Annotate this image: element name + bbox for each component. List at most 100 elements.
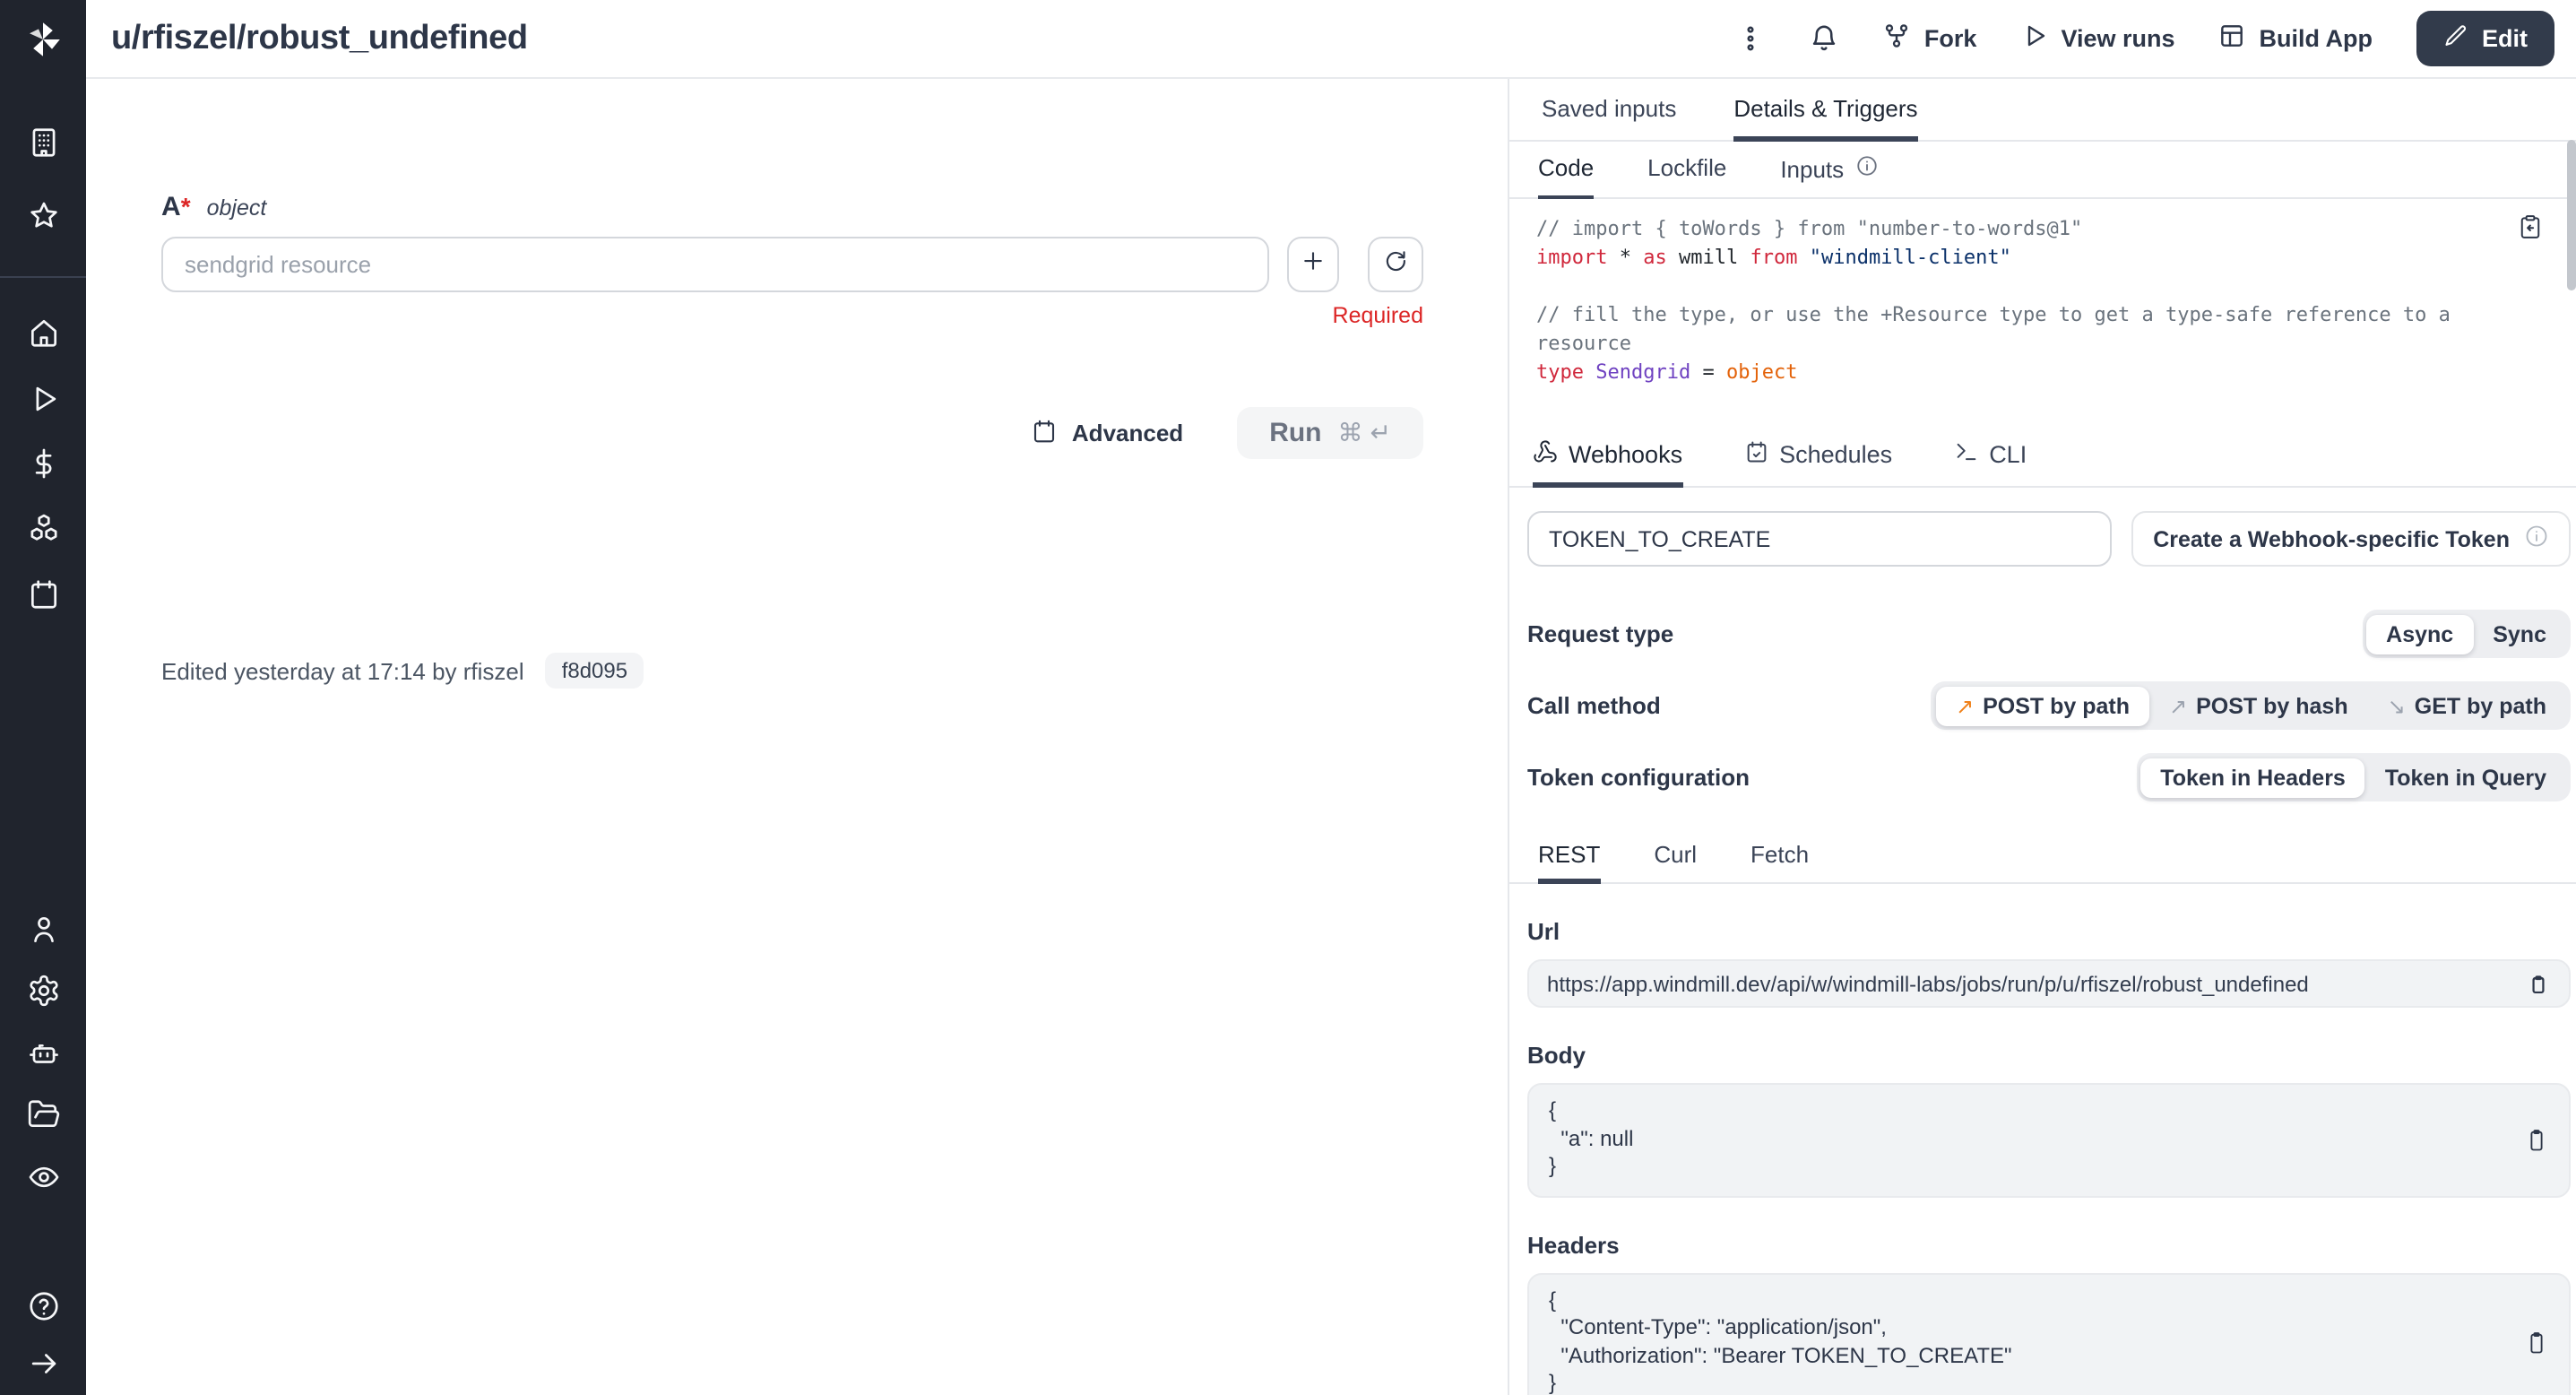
request-type-label: Request type	[1527, 620, 1673, 647]
plus-icon	[1300, 247, 1327, 282]
details-panel: Saved inputs Details & Triggers Code Loc…	[1508, 79, 2576, 1395]
token-config-label: Token configuration	[1527, 764, 1750, 791]
build-app-button[interactable]: Build App	[2218, 22, 2373, 56]
layout-icon	[2218, 22, 2247, 56]
kebab-menu-button[interactable]	[1736, 23, 1767, 54]
run-label: Run	[1269, 418, 1321, 448]
option-token-in-query[interactable]: Token in Query	[2365, 758, 2566, 797]
add-resource-button[interactable]	[1287, 237, 1339, 292]
view-runs-button[interactable]: View runs	[2019, 22, 2174, 56]
panel-tabbar: Saved inputs Details & Triggers	[1509, 79, 2576, 142]
copy-code-button[interactable]	[2517, 213, 2544, 249]
headers-line: "Authorization": "Bearer TOKEN_TO_CREATE…	[1549, 1342, 2508, 1370]
refresh-icon	[1382, 247, 1409, 282]
fork-button[interactable]: Fork	[1883, 22, 1977, 56]
detail-tabbar: Code Lockfile Inputs	[1509, 142, 2576, 199]
option-post-by-hash[interactable]: ↗POST by hash	[2149, 686, 2368, 725]
arrow-up-right-icon: ↗	[1956, 693, 1974, 718]
code-line: import * as wmill from "windmill-client"	[1536, 244, 2504, 273]
token-config-toggle: Token in Headers Token in Query	[2136, 753, 2571, 801]
body-label: Body	[1527, 1042, 2571, 1069]
eye-icon[interactable]	[26, 1160, 60, 1194]
user-icon[interactable]	[26, 913, 60, 947]
arrow-up-right-icon: ↗	[2169, 693, 2187, 718]
create-webhook-token-button[interactable]: Create a Webhook-specific Token	[2131, 511, 2571, 567]
help-icon[interactable]	[26, 1289, 60, 1323]
robot-icon[interactable]	[26, 1036, 60, 1070]
page-title: u/rfiszel/robust_undefined	[111, 19, 528, 58]
call-method-label: Call method	[1527, 692, 1661, 719]
gear-icon[interactable]	[26, 974, 60, 1008]
edit-button[interactable]: Edit	[2416, 11, 2554, 66]
calendar-icon	[1031, 417, 1058, 449]
hash-badge[interactable]: f8d095	[546, 653, 644, 689]
token-input[interactable]	[1527, 511, 2112, 567]
tab-lockfile[interactable]: Lockfile	[1647, 142, 1726, 197]
code-line: // import { toWords } from "number-to-wo…	[1536, 217, 2082, 240]
dollar-icon[interactable]	[26, 446, 60, 481]
field-label: A*	[161, 192, 191, 222]
tab-code[interactable]: Code	[1538, 142, 1594, 197]
star-icon[interactable]	[26, 199, 60, 233]
body-field: { "a": null }	[1527, 1083, 2571, 1197]
copy-url-button[interactable]	[2526, 971, 2551, 996]
pencil-icon	[2442, 23, 2468, 54]
advanced-label: Advanced	[1072, 420, 1183, 446]
tab-webhooks[interactable]: Webhooks	[1533, 427, 1682, 486]
play-icon[interactable]	[26, 382, 60, 416]
copy-headers-button[interactable]	[2524, 1330, 2549, 1356]
headers-line: }	[1549, 1370, 2508, 1395]
trigger-tabbar: Webhooks Schedules CLI	[1509, 427, 2576, 488]
view-runs-label: View runs	[2061, 25, 2174, 52]
edited-text: Edited yesterday at 17:14 by rfiszel	[161, 657, 524, 684]
option-post-by-path[interactable]: ↗POST by path	[1936, 686, 2149, 725]
resource-input[interactable]	[161, 237, 1269, 292]
bell-button[interactable]	[1810, 23, 1840, 54]
home-icon[interactable]	[26, 316, 60, 350]
tab-cli[interactable]: CLI	[1953, 427, 2027, 486]
tab-fetch[interactable]: Fetch	[1750, 832, 1809, 882]
field-type: object	[207, 195, 267, 221]
run-button[interactable]: Run ⌘ ↵	[1237, 407, 1423, 459]
tab-saved-inputs[interactable]: Saved inputs	[1542, 79, 1676, 140]
tab-rest[interactable]: REST	[1538, 832, 1600, 882]
windmill-logo[interactable]	[0, 0, 86, 79]
option-sync[interactable]: Sync	[2473, 614, 2566, 654]
headers-line: {	[1549, 1287, 2508, 1314]
required-asterisk: *	[181, 192, 191, 221]
advanced-button[interactable]: Advanced	[1031, 417, 1183, 449]
cubes-icon[interactable]	[26, 511, 60, 545]
panel-scrollbar-thumb[interactable]	[2567, 140, 2576, 290]
option-token-in-headers[interactable]: Token in Headers	[2140, 758, 2365, 797]
fork-icon	[1883, 22, 1912, 56]
body-line: }	[1549, 1153, 2508, 1181]
fork-label: Fork	[1924, 25, 1977, 52]
tab-details-triggers[interactable]: Details & Triggers	[1733, 79, 1917, 140]
topbar: u/rfiszel/robust_undefined Fork View run…	[86, 0, 2576, 79]
copy-body-button[interactable]	[2524, 1128, 2549, 1153]
tab-curl[interactable]: Curl	[1654, 832, 1697, 882]
option-async[interactable]: Async	[2366, 614, 2473, 654]
enter-key-icon: ↵	[1370, 419, 1391, 447]
calendar-icon[interactable]	[26, 577, 60, 611]
url-field[interactable]: https://app.windmill.dev/api/w/windmill-…	[1527, 959, 2571, 1008]
code-line-empty	[1536, 273, 2504, 301]
call-method-toggle: ↗POST by path ↗POST by hash ↘GET by path	[1932, 681, 2571, 730]
left-sidebar	[0, 0, 86, 1395]
build-app-label: Build App	[2260, 25, 2373, 52]
refresh-button[interactable]	[1368, 237, 1423, 292]
info-icon	[1854, 154, 1878, 183]
option-get-by-path[interactable]: ↘GET by path	[2368, 686, 2566, 725]
run-form-area: A* object Required	[86, 79, 1508, 1395]
body-line: {	[1549, 1097, 2508, 1125]
folder-icon[interactable]	[26, 1097, 60, 1131]
code-line: // fill the type, or use the +Resource t…	[1536, 303, 2462, 355]
code-viewer: // import { toWords } from "number-to-wo…	[1509, 199, 2576, 409]
request-type-toggle: Async Sync	[2362, 610, 2571, 658]
tab-schedules[interactable]: Schedules	[1743, 427, 1892, 486]
terminal-icon	[1953, 439, 1978, 470]
arrow-right-icon[interactable]	[26, 1347, 60, 1381]
play-icon	[2019, 22, 2048, 56]
building-icon[interactable]	[26, 126, 60, 160]
tab-inputs[interactable]: Inputs	[1780, 142, 1878, 197]
